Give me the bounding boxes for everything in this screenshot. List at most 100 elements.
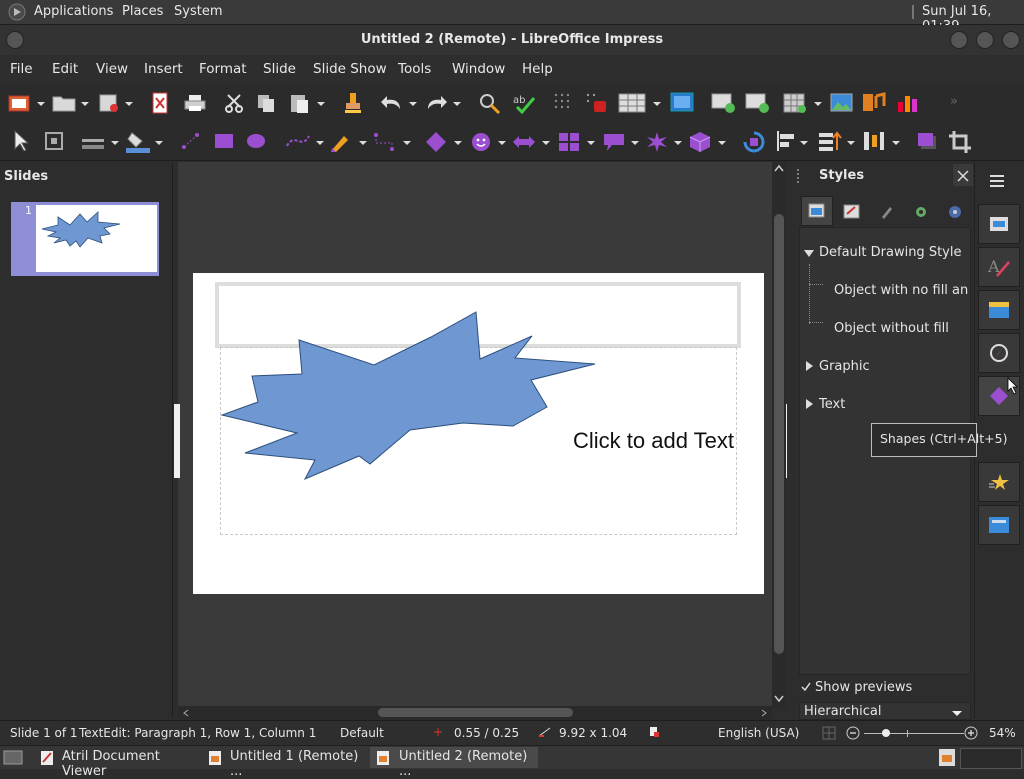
insert-table-dropdown-icon[interactable]: [814, 102, 822, 106]
stars-dropdown-icon[interactable]: [674, 141, 682, 145]
basic-shapes-dropdown-icon[interactable]: [454, 141, 462, 145]
presentation-styles-icon[interactable]: [843, 204, 861, 220]
redo-dropdown-icon[interactable]: [453, 102, 461, 106]
view-layout-icon[interactable]: [822, 726, 836, 740]
collapsed-arrow-icon[interactable]: [806, 399, 814, 409]
insert-chart-icon[interactable]: [896, 92, 920, 114]
task-atril[interactable]: Atril Document Viewer: [36, 747, 206, 779]
style-object-without-fill[interactable]: Object without fill: [834, 321, 949, 336]
horizontal-scroll-thumb[interactable]: [378, 708, 573, 717]
insert-table-icon[interactable]: [783, 92, 807, 114]
save-icon[interactable]: [98, 93, 120, 113]
stars-icon[interactable]: [646, 131, 668, 153]
scroll-left-icon[interactable]: [182, 709, 190, 717]
document-modified-icon[interactable]: [648, 726, 660, 738]
duplicate-slide-icon[interactable]: [745, 92, 771, 114]
arrange-icon[interactable]: [818, 130, 842, 152]
places-menu[interactable]: Places: [122, 4, 163, 19]
menu-window[interactable]: Window: [452, 61, 505, 77]
task-untitled-1[interactable]: Untitled 1 (Remote) ...: [204, 747, 368, 779]
style-filter-select[interactable]: Hierarchical: [799, 702, 971, 720]
spelling-icon[interactable]: ab: [512, 92, 536, 114]
paste-icon[interactable]: [288, 92, 310, 114]
distribute-icon[interactable]: [862, 130, 886, 152]
menu-tools[interactable]: Tools: [398, 61, 431, 77]
vertical-scroll-thumb[interactable]: [774, 214, 784, 654]
menu-file[interactable]: File: [10, 61, 33, 77]
clone-formatting-icon[interactable]: [343, 92, 363, 114]
drawing-styles-tab[interactable]: [801, 196, 833, 226]
open-dropdown-icon[interactable]: [81, 102, 89, 106]
line-color-dropdown-icon[interactable]: [111, 141, 119, 145]
deck-animation-button[interactable]: [978, 462, 1020, 502]
deck-navigator-button[interactable]: [978, 333, 1020, 373]
deck-master-slides-button[interactable]: [978, 505, 1020, 545]
fill-color-icon[interactable]: [124, 130, 152, 154]
redo-icon[interactable]: [424, 93, 448, 113]
menu-view[interactable]: View: [96, 61, 128, 77]
deck-styles-button[interactable]: A: [978, 247, 1020, 287]
style-object-no-fill-no-line[interactable]: Object with no fill and no line: [834, 283, 968, 298]
helplines-icon[interactable]: [585, 92, 609, 114]
insert-media-icon[interactable]: [862, 92, 886, 114]
table-icon[interactable]: [618, 92, 646, 114]
undo-dropdown-icon[interactable]: [409, 102, 417, 106]
new-style-icon[interactable]: [913, 204, 929, 220]
insert-image-icon[interactable]: [830, 92, 854, 114]
connector-tool-icon[interactable]: [372, 131, 398, 153]
close-window-button[interactable]: [1002, 31, 1020, 49]
menu-edit[interactable]: Edit: [52, 61, 78, 77]
style-actions-icon[interactable]: [947, 204, 963, 220]
export-pdf-icon[interactable]: [150, 92, 170, 114]
collapsed-arrow-icon[interactable]: [806, 361, 814, 371]
style-default-drawing[interactable]: Default Drawing Style: [819, 245, 961, 260]
display-grid-icon[interactable]: [553, 92, 575, 114]
callout-shapes-icon[interactable]: [602, 132, 626, 152]
show-previews-checkbox[interactable]: [800, 681, 812, 693]
style-text[interactable]: Text: [819, 397, 845, 412]
menu-slide[interactable]: Slide: [263, 61, 296, 77]
distribute-dropdown-icon[interactable]: [892, 141, 900, 145]
block-arrows-dropdown-icon[interactable]: [542, 141, 550, 145]
find-replace-icon[interactable]: [478, 92, 502, 114]
workspace-switcher-icon[interactable]: [938, 748, 956, 767]
expand-arrow-icon[interactable]: [804, 250, 814, 258]
cut-icon[interactable]: [224, 93, 244, 113]
paste-dropdown-icon[interactable]: [317, 102, 325, 106]
menu-insert[interactable]: Insert: [144, 61, 183, 77]
connector-dropdown-icon[interactable]: [403, 141, 411, 145]
3d-objects-icon[interactable]: [688, 130, 712, 154]
line-color-icon[interactable]: [80, 134, 108, 150]
close-sidebar-icon[interactable]: [953, 164, 973, 186]
minimize-button[interactable]: [950, 31, 968, 49]
image-icon[interactable]: [670, 92, 694, 112]
zoom-out-icon[interactable]: [846, 726, 860, 740]
toolbar-overflow-icon[interactable]: »: [950, 94, 958, 109]
ellipse-tool-icon[interactable]: [246, 133, 266, 149]
applications-menu[interactable]: Applications: [34, 4, 113, 19]
flowchart-icon[interactable]: [558, 132, 580, 152]
rotate-icon[interactable]: [742, 130, 766, 154]
slides-pane-collapse-handle[interactable]: [174, 404, 180, 478]
shadow-icon[interactable]: [916, 131, 938, 151]
menu-format[interactable]: Format: [199, 61, 247, 77]
arrange-dropdown-icon[interactable]: [847, 141, 855, 145]
copy-icon[interactable]: [256, 93, 276, 113]
horizontal-scrollbar[interactable]: [178, 706, 772, 720]
basic-shapes-icon[interactable]: [425, 131, 447, 153]
system-menu[interactable]: System: [174, 4, 222, 19]
scroll-right-icon[interactable]: [760, 709, 768, 717]
sidebar-menu-icon[interactable]: [989, 174, 1005, 188]
fill-format-icon[interactable]: [879, 204, 893, 220]
flowchart-dropdown-icon[interactable]: [587, 141, 595, 145]
curve-tool-icon[interactable]: [284, 132, 312, 150]
status-language[interactable]: English (USA): [718, 726, 799, 740]
vertical-scrollbar[interactable]: [772, 162, 786, 708]
save-dropdown-icon[interactable]: [125, 102, 133, 106]
foot-logo-icon[interactable]: [8, 3, 26, 21]
freeform-dropdown-icon[interactable]: [359, 141, 367, 145]
scroll-down-icon[interactable]: [774, 695, 784, 703]
curve-dropdown-icon[interactable]: [316, 141, 324, 145]
table-dropdown-icon[interactable]: [653, 102, 661, 106]
line-tool-icon[interactable]: [180, 131, 202, 151]
